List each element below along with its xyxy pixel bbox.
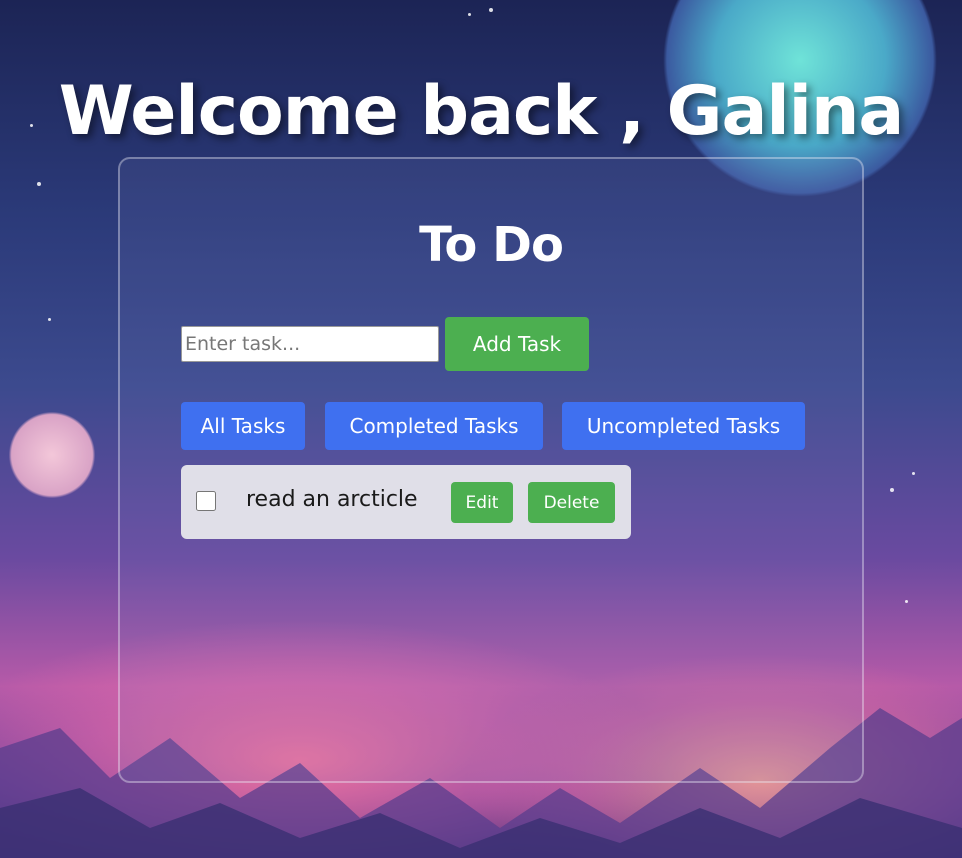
todo-title: To Do (419, 217, 564, 273)
delete-task-button[interactable]: Delete (528, 482, 615, 523)
filter-uncompleted-tasks-button[interactable]: Uncompleted Tasks (562, 402, 805, 450)
welcome-heading: Welcome back , Galina (58, 71, 905, 151)
filter-all-tasks-button[interactable]: All Tasks (181, 402, 305, 450)
task-complete-checkbox[interactable] (196, 491, 216, 511)
edit-task-button[interactable]: Edit (451, 482, 513, 523)
task-text: read an arcticle (246, 487, 418, 512)
todo-card: To Do Add Task All Tasks Completed Tasks… (118, 157, 864, 783)
background-star (912, 472, 915, 475)
background-star (48, 318, 51, 321)
background-star (37, 182, 41, 186)
background-star (890, 488, 894, 492)
background-star (489, 8, 493, 12)
filter-completed-tasks-button[interactable]: Completed Tasks (325, 402, 543, 450)
background-star (468, 13, 471, 16)
background-star (905, 600, 908, 603)
add-task-button[interactable]: Add Task (445, 317, 589, 371)
task-input[interactable] (181, 326, 439, 362)
task-item: read an arcticle Edit Delete (181, 465, 631, 539)
